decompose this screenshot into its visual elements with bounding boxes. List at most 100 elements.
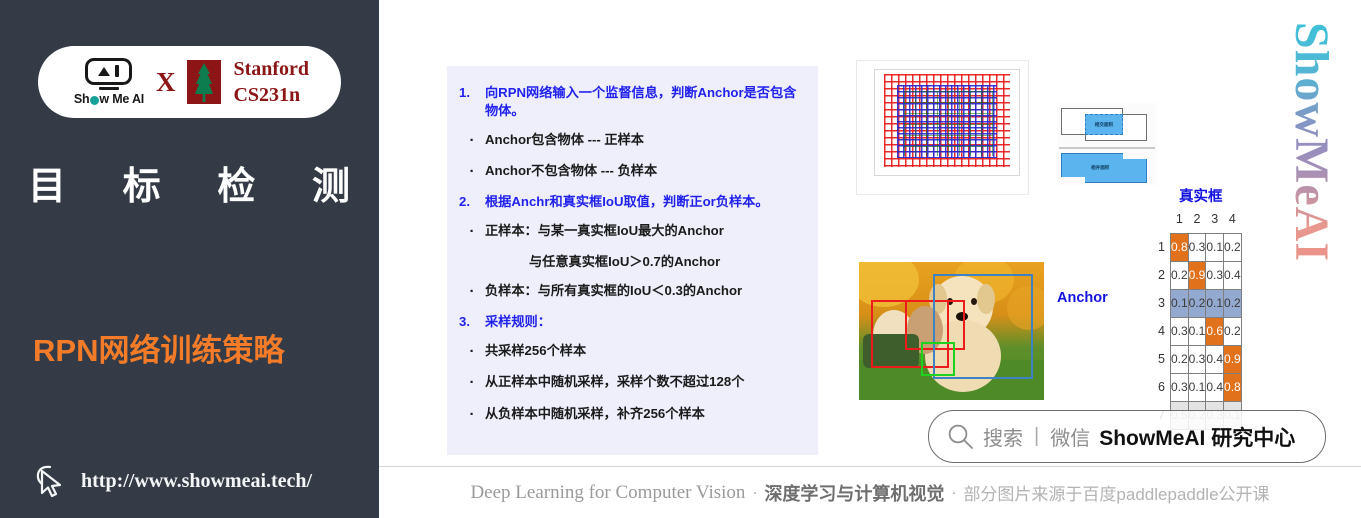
bullet-marker: · <box>469 222 475 240</box>
matrix-cell[interactable]: 0.9 <box>1223 344 1242 374</box>
sample-detection-image <box>859 262 1044 400</box>
matrix-row: 6 0.3 0.1 0.4 0.8 <box>1158 372 1242 402</box>
matrix-cell[interactable]: 0.2 <box>1169 344 1189 374</box>
showmeai-watermark: ShowMeAI <box>1285 22 1339 292</box>
matrix-cell[interactable]: 0.4 <box>1223 260 1242 290</box>
matrix-cell[interactable]: 0.3 <box>1187 232 1207 262</box>
matrix-cell[interactable]: 0.1 <box>1169 288 1189 318</box>
bullet-text: 向RPN网络输入一个监督信息，判断Anchor是否包含物体。 <box>485 85 797 118</box>
teal-dot-icon <box>89 95 99 105</box>
bullet-text: 与任意真实框IoU＞0.7的Anchor <box>529 254 721 270</box>
matrix-cell[interactable]: 0.4 <box>1205 344 1225 374</box>
matrix-row-header: 6 <box>1158 380 1165 394</box>
matrix-cell[interactable]: 0.1 <box>1187 316 1207 346</box>
matrix-column-title: 真实框 <box>1179 189 1223 205</box>
stanford-s-tree-icon: S <box>187 55 222 110</box>
matrix-row-header: 3 <box>1158 296 1165 310</box>
bullet-marker: 2. <box>459 194 470 210</box>
matrix-row: 4 0.3 0.1 0.6 0.2 <box>1158 316 1242 346</box>
matrix-row: 5 0.2 0.3 0.4 0.9 <box>1158 344 1242 374</box>
footer-dot-1: · <box>752 484 758 501</box>
wechat-search-bar[interactable]: 搜索 | 微信 ShowMeAI 研究中心 <box>928 410 1326 463</box>
slide-title: RPN网络训练策略 <box>33 333 285 368</box>
stanford-line-2: CS231n <box>233 84 301 106</box>
matrix-cell[interactable]: 0.2 <box>1169 260 1189 290</box>
showmeai-screen-icon <box>85 57 133 85</box>
bullet-item: · 从负样本中随机采样，补齐256个样本 <box>459 405 806 425</box>
bullet-marker: · <box>469 131 475 149</box>
search-placeholder: 搜索 <box>983 428 1023 450</box>
section-title-char-3: 测 <box>311 166 350 208</box>
section-title-char-2: 检 <box>217 166 256 208</box>
footer-dot-2: · <box>951 484 957 501</box>
matrix-cell[interactable]: 0.3 <box>1169 372 1189 402</box>
caret-up-icon <box>98 66 111 76</box>
stanford-course-title: Stanford CS231n <box>233 56 309 109</box>
sidebar: Shw Me AI X S Stanford CS231n 目 标 检 <box>0 0 379 518</box>
matrix-body: 1 0.8 0.3 0.1 0.2 2 0.2 0.9 0.3 0.4 3 0.1 0.2 0.1 0.2 4… <box>1158 232 1242 430</box>
matrix-cell[interactable]: 0.1 <box>1205 288 1225 318</box>
matrix-row-header: 1 <box>1158 240 1165 254</box>
footer: Deep Learning for Computer Vision · 深度学习… <box>379 466 1361 518</box>
matrix-table: 1234 1 0.8 0.3 0.1 0.2 2 0.2 0.9 0.3 0.4 3 0.1 0.2 0.… <box>1158 205 1242 430</box>
matrix-cell[interactable]: 0.8 <box>1169 232 1189 262</box>
matrix-cell[interactable]: 0.6 <box>1205 316 1225 346</box>
matrix-column-header: 4 <box>1228 211 1236 226</box>
anchor-grid-plot <box>874 69 1020 176</box>
section-title-char-0: 目 <box>28 166 67 208</box>
section-title-char-1: 标 <box>122 166 161 208</box>
bullet-item: · Anchor包含物体 --- 正样本 <box>459 131 806 151</box>
bullet-text: 从负样本中随机采样，补齐256个样本 <box>485 405 705 421</box>
iou-union-group: 相并面积 <box>1061 153 1153 183</box>
matrix-row-header: 4 <box>1158 324 1165 338</box>
bullet-item: · 负样本：与所有真实框的IoU＜0.3的Anchor <box>459 282 806 302</box>
bullet-marker: 3. <box>459 314 470 330</box>
bullet-marker: · <box>469 343 475 361</box>
matrix-cell[interactable]: 0.3 <box>1169 316 1189 346</box>
bullet-marker: · <box>469 405 475 423</box>
bar-icon <box>115 65 120 78</box>
footer-chinese-bold: 深度学习与计算机视觉 <box>764 483 945 504</box>
bullet-text: 从正样本中随机采样，采样个数不超过128个 <box>485 374 745 390</box>
bullet-text: 共采样256个样本 <box>485 343 587 359</box>
bbox-green-object <box>921 342 955 376</box>
logo-pill: Shw Me AI X S Stanford CS231n <box>38 46 341 118</box>
matrix-cell[interactable]: 0.2 <box>1223 232 1242 262</box>
bullet-text: 负样本：与所有真实框的IoU＜0.3的Anchor <box>485 283 743 298</box>
matrix-cell[interactable]: 0.4 <box>1205 372 1225 402</box>
bullet-text: 根据Anchr和真实框IoU取值，判断正or负样本。 <box>485 194 769 210</box>
stanford-line-1: Stanford <box>233 57 310 80</box>
iou-union-label: 相并面积 <box>1091 165 1110 170</box>
bullet-item: · 共采样256个样本 <box>459 342 806 362</box>
bullet-item: · 正样本：与某一真实框IoU最大的Anchor <box>459 222 806 242</box>
search-channel: 微信 <box>1050 428 1091 450</box>
matrix-cell[interactable]: 0.1 <box>1205 232 1225 262</box>
matrix-cell[interactable]: 0.1 <box>1187 372 1207 402</box>
matrix-column-header: 3 <box>1211 211 1219 226</box>
bullet-item: 3. 采样规则： <box>459 313 806 331</box>
section-title: 目 标 检 测 <box>28 155 350 210</box>
footer-english: Deep Learning for Computer Vision <box>470 481 746 503</box>
iou-diagram: 相交面积 相并面积 <box>1057 103 1157 185</box>
matrix-cell[interactable]: 0.2 <box>1187 288 1207 318</box>
matrix-cell[interactable]: 0.3 <box>1187 344 1207 374</box>
matrix-row: 1 0.8 0.3 0.1 0.2 <box>1158 232 1242 262</box>
iou-intersection-area: 相交面积 <box>1085 114 1123 135</box>
bullet-item: · Anchor不包含物体 --- 负样本 <box>459 162 806 182</box>
website-link[interactable]: http://www.showmeai.tech/ <box>33 463 312 499</box>
iou-intersection-label: 相交面积 <box>1094 121 1114 127</box>
matrix-cell[interactable]: 0.2 <box>1223 316 1242 346</box>
matrix-row-header: 2 <box>1158 268 1165 282</box>
matrix-cell[interactable]: 0.2 <box>1223 288 1242 318</box>
bullet-item: · 从正样本中随机采样，采样个数不超过128个 <box>459 373 806 393</box>
matrix-cell[interactable]: 0.8 <box>1223 372 1242 402</box>
iou-intersection-group: 相交面积 <box>1061 108 1153 141</box>
matrix-cell[interactable]: 0.9 <box>1187 260 1207 290</box>
matrix-row: 3 0.1 0.2 0.1 0.2 <box>1158 288 1242 318</box>
footer-source: 部分图片来源于百度paddlepaddle公开课 <box>963 485 1270 504</box>
bullet-marker: · <box>469 283 475 300</box>
bullet-item: 2. 根据Anchr和真实框IoU取值，判断正or负样本。 <box>459 193 806 211</box>
matrix-cell[interactable]: 0.3 <box>1205 260 1225 290</box>
search-separator: | <box>1034 425 1040 447</box>
bullet-item: 与任意真实框IoU＞0.7的Anchor <box>459 253 806 271</box>
